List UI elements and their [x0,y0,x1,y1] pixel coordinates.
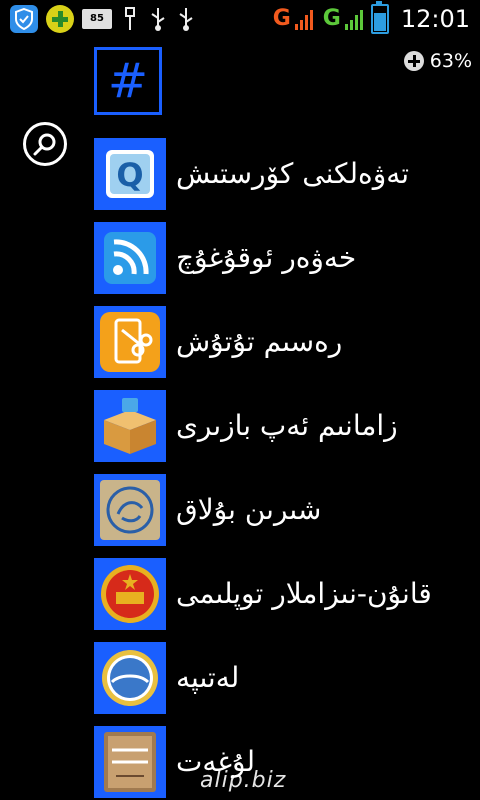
app-item[interactable]: قانۇن-نىزاملار توپلىمى [94,558,480,630]
plus-app-icon [46,5,74,33]
usb-debug-icon [179,8,193,31]
jump-letter-tile[interactable]: # [94,47,162,115]
network-type-1: G [272,6,291,31]
status-bar: 85 G G 12:01 [0,0,480,38]
memory-percent: 63% [429,50,472,72]
system-indicators: G G 12:01 [272,1,470,34]
app-tile [94,558,166,630]
screenshot-scissors-icon [100,312,160,372]
quick-q-icon: Q [106,150,154,198]
app-tile [94,390,166,462]
search-button[interactable] [23,122,67,166]
app-item[interactable]: رەسىم تۇتۇش [94,306,480,378]
app-tile [94,726,166,798]
memory-boost-icon [403,51,424,71]
app-label: خەۋەر ئوقۇغۇچ [176,241,357,274]
signal-2-icon [344,8,363,30]
battery-badge-icon: 85 [82,9,112,29]
usb-icon [151,8,165,31]
app-item[interactable]: خەۋەر ئوقۇغۇچ [94,222,480,294]
app-item[interactable]: Q تەۋەلكنى كۆرستىش [94,138,480,210]
watermark: alip.biz [200,768,287,793]
app-tile [94,474,166,546]
network-type-2: G [322,6,341,31]
app-label: رەسىم تۇتۇش [176,325,343,358]
svg-text:Q: Q [116,156,143,194]
signal-1-icon [294,8,313,30]
plug-icon [125,7,135,30]
rss-reader-icon [104,232,156,284]
battery-icon [370,1,389,34]
clock: 12:01 [400,5,470,33]
app-item[interactable]: لەتىپە [94,642,480,714]
memory-indicator[interactable]: 63% [403,50,472,72]
calligraphy-icon [100,480,160,540]
app-label: زامانىم ئەپ بازىرى [176,409,398,442]
dictionary-icon [104,732,156,792]
app-label: لەتىپە [176,661,240,694]
app-tile [94,222,166,294]
app-tile: Q [94,138,166,210]
app-store-box-icon [104,398,156,454]
app-item[interactable]: لۇغەت [94,726,480,798]
shield-app-icon [10,5,38,33]
app-tile [94,306,166,378]
app-item[interactable]: زامانىم ئەپ بازىرى [94,390,480,462]
app-tile [94,642,166,714]
app-label: شىرىن بۇلاق [176,493,322,526]
globe-badge-icon [102,650,158,706]
app-label: قانۇن-نىزاملار توپلىمى [176,577,432,610]
app-label: تەۋەلكنى كۆرستىش [176,157,410,190]
emblem-icon [101,565,159,623]
app-item[interactable]: شىرىن بۇلاق [94,474,480,546]
notification-icons: 85 [10,4,196,34]
search-icon [33,133,56,156]
